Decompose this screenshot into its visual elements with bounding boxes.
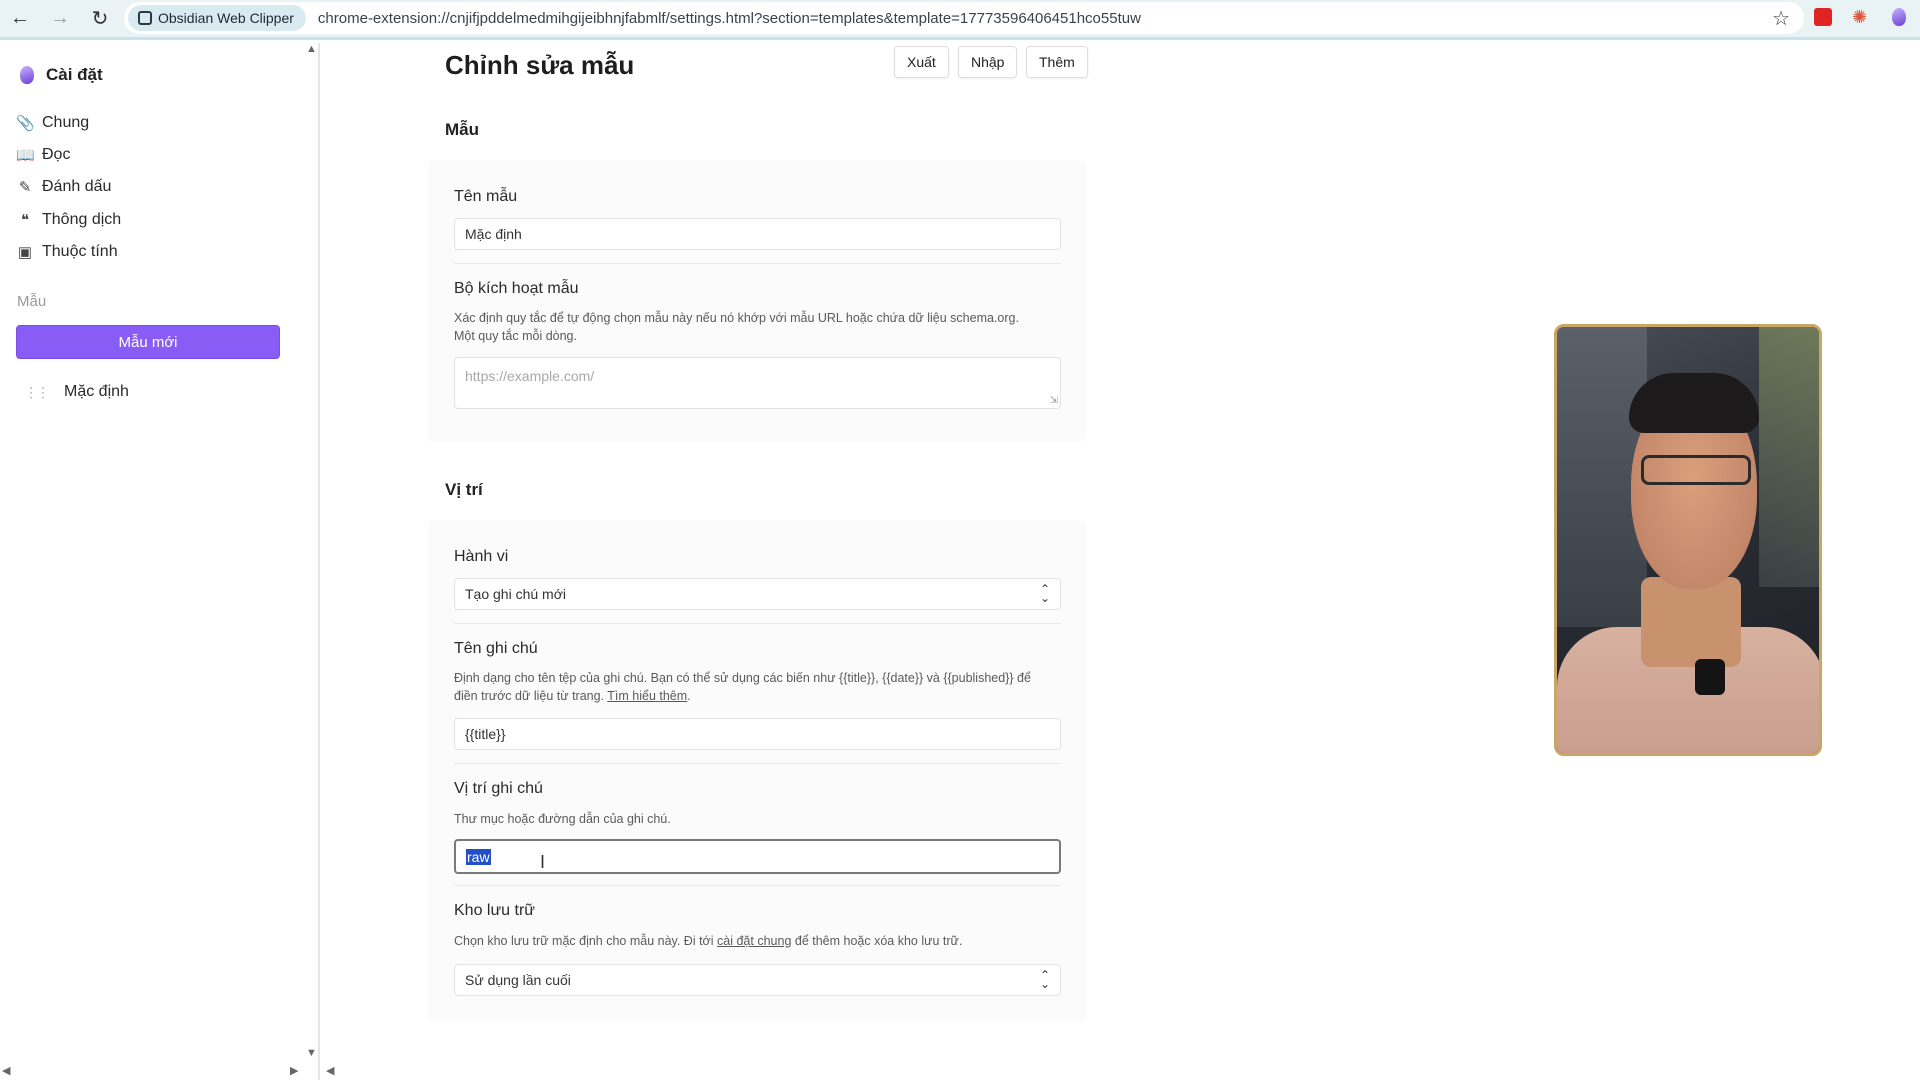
sidebar-item-highlights[interactable]: ✎ Đánh dấu — [16, 175, 112, 199]
back-arrow-icon[interactable]: ← — [0, 0, 40, 39]
page-title: Chỉnh sửa mẫu — [445, 50, 635, 80]
scroll-right-arrow-icon[interactable]: ▶ — [290, 1064, 298, 1077]
sidebar-item-label: Thông dịch — [42, 211, 122, 228]
section-heading-template: Mẫu — [445, 120, 479, 139]
paperclip-icon: 📎 — [16, 115, 35, 132]
new-template-button[interactable]: Mẫu mới — [16, 325, 280, 359]
obsidian-extension-icon[interactable] — [1892, 8, 1906, 26]
note-name-description: Định dạng cho tên tệp của ghi chú. Bạn c… — [454, 669, 1054, 705]
divider — [454, 263, 1061, 264]
note-location-label: Vị trí ghi chú — [454, 780, 543, 797]
archive-icon: ▣ — [17, 244, 33, 261]
claude-extension-icon[interactable]: ✺ — [1852, 8, 1870, 26]
divider — [454, 623, 1061, 624]
note-name-value: {{title}} — [465, 726, 506, 742]
youtube-extension-icon[interactable] — [1814, 8, 1832, 26]
sidebar-item-label: Đánh dấu — [42, 178, 112, 195]
behavior-select[interactable]: Tạo ghi chú mới ⌃ ⌄ — [454, 578, 1061, 610]
trigger-desc-line-2: Một quy tắc mỗi dòng. — [454, 329, 577, 343]
sidebar-template-default[interactable]: ⋮⋮ Mặc định — [24, 383, 129, 401]
note-location-input[interactable]: raw — [454, 839, 1061, 874]
webcam-overlay — [1554, 324, 1822, 756]
vault-description: Chọn kho lưu trữ mặc định cho mẫu này. Đ… — [454, 932, 1054, 950]
learn-more-link[interactable]: Tìm hiểu thêm — [607, 689, 687, 703]
sidebar-item-label: Chung — [42, 114, 90, 131]
sidebar-item-reading[interactable]: 📖 Đọc — [16, 143, 70, 167]
browser-toolbar: ← → ↻ Obsidian Web Clipper chrome-extens… — [0, 0, 1920, 40]
forward-arrow-icon[interactable]: → — [40, 0, 80, 39]
note-location-value: raw — [466, 848, 491, 865]
vault-value: Sử dụng lần cuối — [465, 972, 571, 988]
settings-sidebar: ▲ Cài đặt 📎 Chung 📖 Đọc ✎ Đánh dấu ❝ Thô… — [0, 43, 320, 1080]
behavior-label: Hành vi — [454, 548, 509, 565]
export-button[interactable]: Xuất — [894, 46, 949, 78]
behavior-value: Tạo ghi chú mới — [465, 586, 567, 602]
select-caret-icon: ⌃ ⌄ — [1039, 968, 1050, 991]
sidebar-section-templates: Mẫu — [17, 293, 47, 310]
presenter-neck — [1641, 577, 1741, 667]
note-name-desc-line-1: Định dạng cho tên tệp của ghi chú. Bạn c… — [454, 671, 1031, 685]
template-name-label: Tên mẫu — [454, 188, 518, 205]
sidebar-item-properties[interactable]: ▣ Thuộc tính — [16, 240, 118, 264]
note-location-description: Thư mục hoặc đường dẫn của ghi chú. — [454, 812, 671, 826]
drag-handle-icon[interactable]: ⋮⋮ — [24, 384, 50, 401]
template-trigger-label: Bộ kích hoạt mẫu — [454, 280, 579, 297]
template-name-input[interactable]: Mặc định — [454, 218, 1061, 250]
reload-icon[interactable]: ↻ — [80, 0, 120, 39]
trigger-placeholder: https://example.com/ — [465, 368, 595, 384]
text-cursor-icon: I — [540, 852, 546, 872]
highlighter-icon: ✎ — [18, 179, 32, 196]
divider — [454, 763, 1061, 764]
sidebar-item-label: Thuộc tính — [42, 243, 118, 260]
sidebar-item-interpreter[interactable]: ❝ Thông dịch — [16, 208, 121, 232]
main-scroll-left-arrow-icon[interactable]: ◀ — [326, 1064, 334, 1077]
template-trigger-textarea[interactable]: https://example.com/ ⇲ — [454, 357, 1061, 409]
extension-chip[interactable]: Obsidian Web Clipper — [128, 5, 306, 31]
select-caret-icon: ⌃ ⌄ — [1039, 582, 1050, 605]
more-button[interactable]: Thêm — [1026, 46, 1088, 78]
scroll-down-arrow-icon[interactable]: ▼ — [306, 1047, 317, 1059]
microphone-icon — [1695, 659, 1725, 695]
presenter-hair — [1629, 373, 1759, 433]
trigger-desc-line-1: Xác định quy tắc để tự động chọn mẫu này… — [454, 311, 1019, 325]
sidebar-item-label: Đọc — [42, 146, 71, 163]
import-button[interactable]: Nhập — [958, 46, 1018, 78]
general-settings-link[interactable]: cài đặt chung — [717, 934, 791, 948]
sidebar-title: Cài đặt — [20, 65, 103, 85]
extension-icon — [138, 11, 152, 25]
scroll-left-arrow-icon[interactable]: ◀ — [2, 1064, 10, 1077]
quote-icon: ❝ — [20, 212, 30, 229]
resize-handle-icon[interactable]: ⇲ — [1050, 395, 1058, 406]
vault-select[interactable]: Sử dụng lần cuối ⌃ ⌄ — [454, 964, 1061, 996]
book-icon: 📖 — [16, 147, 35, 164]
section-heading-location: Vị trí — [445, 480, 483, 499]
vault-label: Kho lưu trữ — [454, 902, 536, 919]
template-name-value: Mặc định — [465, 226, 522, 242]
extension-chip-label: Obsidian Web Clipper — [158, 10, 294, 26]
vault-desc-part-2: để thêm hoặc xóa kho lưu trữ. — [794, 934, 963, 948]
sidebar-title-text: Cài đặt — [46, 65, 103, 84]
obsidian-logo-icon — [20, 66, 34, 84]
note-name-input[interactable]: {{title}} — [454, 718, 1061, 750]
presenter-glasses — [1641, 455, 1751, 485]
address-bar[interactable]: Obsidian Web Clipper chrome-extension://… — [124, 2, 1804, 34]
vault-desc-part-1: Chọn kho lưu trữ mặc định cho mẫu này. Đ… — [454, 934, 714, 948]
webcam-background — [1759, 327, 1819, 587]
note-name-label: Tên ghi chú — [454, 640, 538, 657]
note-name-desc-line-2: điền trước dữ liệu từ trang. — [454, 689, 605, 703]
template-trigger-description: Xác định quy tắc để tự động chọn mẫu này… — [454, 309, 1054, 345]
template-item-label: Mặc định — [64, 383, 129, 400]
url-text[interactable]: chrome-extension://cnjifjpddelmedmihgije… — [318, 10, 1141, 27]
sidebar-item-general[interactable]: 📎 Chung — [16, 111, 89, 135]
divider — [454, 885, 1061, 886]
bookmark-star-icon[interactable]: ☆ — [1772, 6, 1790, 31]
scroll-up-arrow-icon[interactable]: ▲ — [306, 43, 317, 55]
